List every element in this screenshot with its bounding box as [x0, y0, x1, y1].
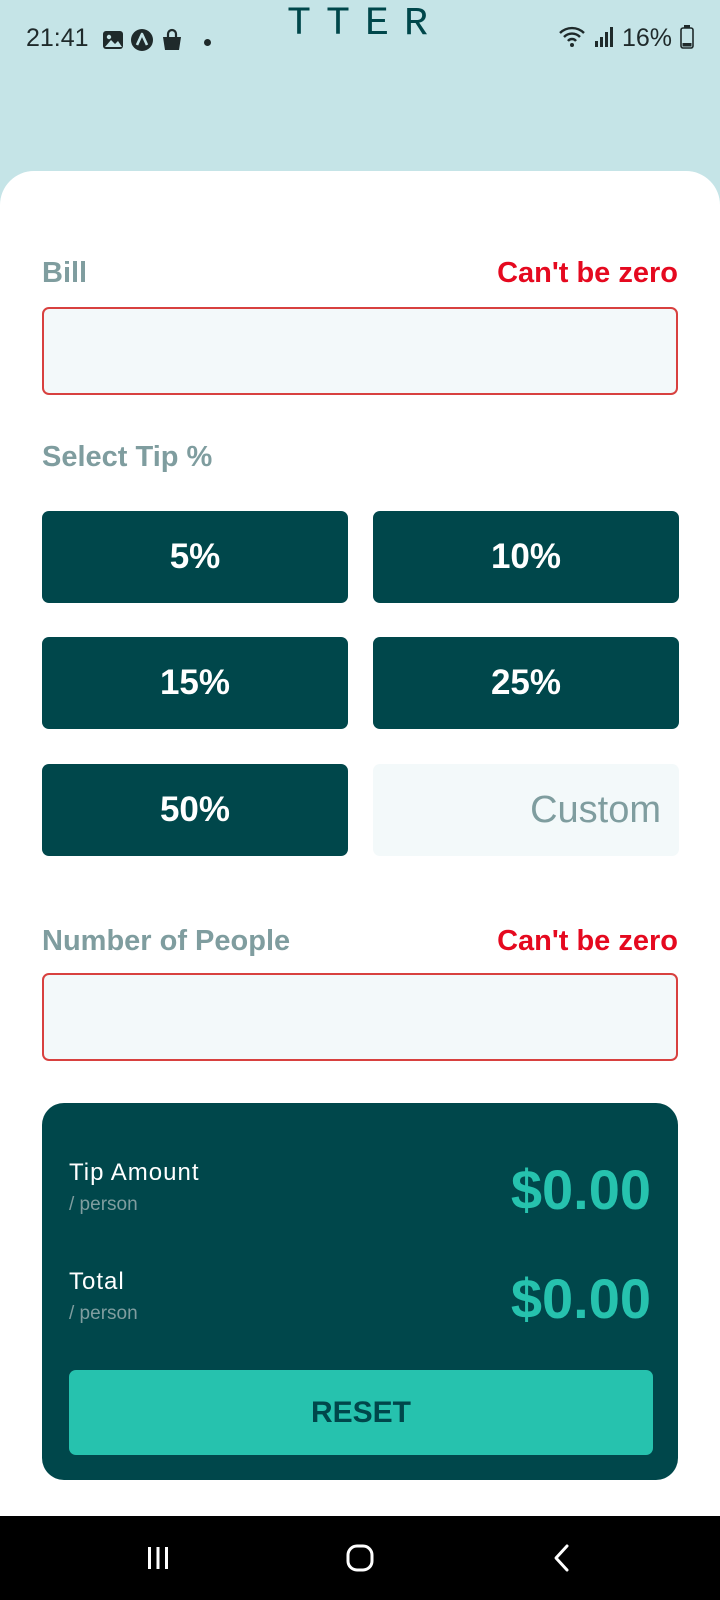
bill-error: Can't be zero: [497, 257, 678, 289]
navigation-bar: [0, 1516, 720, 1600]
people-input[interactable]: [42, 973, 678, 1061]
reset-button[interactable]: RESET: [69, 1370, 653, 1455]
tip-button-10[interactable]: 10%: [373, 511, 679, 603]
people-label: Number of People: [42, 925, 291, 957]
custom-tip-input[interactable]: [373, 764, 679, 856]
total-label: Total: [69, 1268, 125, 1295]
bill-label: Bill: [42, 257, 88, 289]
total-value: $0.00: [510, 1267, 651, 1330]
select-tip-label: Select Tip %: [42, 441, 213, 473]
people-error: Can't be zero: [497, 925, 678, 957]
results-panel: Tip Amount / person $0.00 Total / person…: [42, 1103, 678, 1480]
home-icon[interactable]: [340, 1538, 380, 1578]
back-icon[interactable]: [542, 1538, 582, 1578]
tip-button-50[interactable]: 50%: [42, 764, 348, 856]
tip-amount-per-person: / person: [69, 1194, 138, 1215]
tip-amount-value: $0.00: [510, 1158, 651, 1221]
total-per-person: / person: [69, 1303, 138, 1324]
app-title: TTER: [286, 2, 443, 47]
bill-input[interactable]: [42, 307, 678, 395]
recent-apps-icon[interactable]: [138, 1538, 178, 1578]
tip-button-25[interactable]: 25%: [373, 637, 679, 729]
tip-button-5[interactable]: 5%: [42, 511, 348, 603]
tip-button-15[interactable]: 15%: [42, 637, 348, 729]
tip-amount-label: Tip Amount: [69, 1159, 200, 1186]
